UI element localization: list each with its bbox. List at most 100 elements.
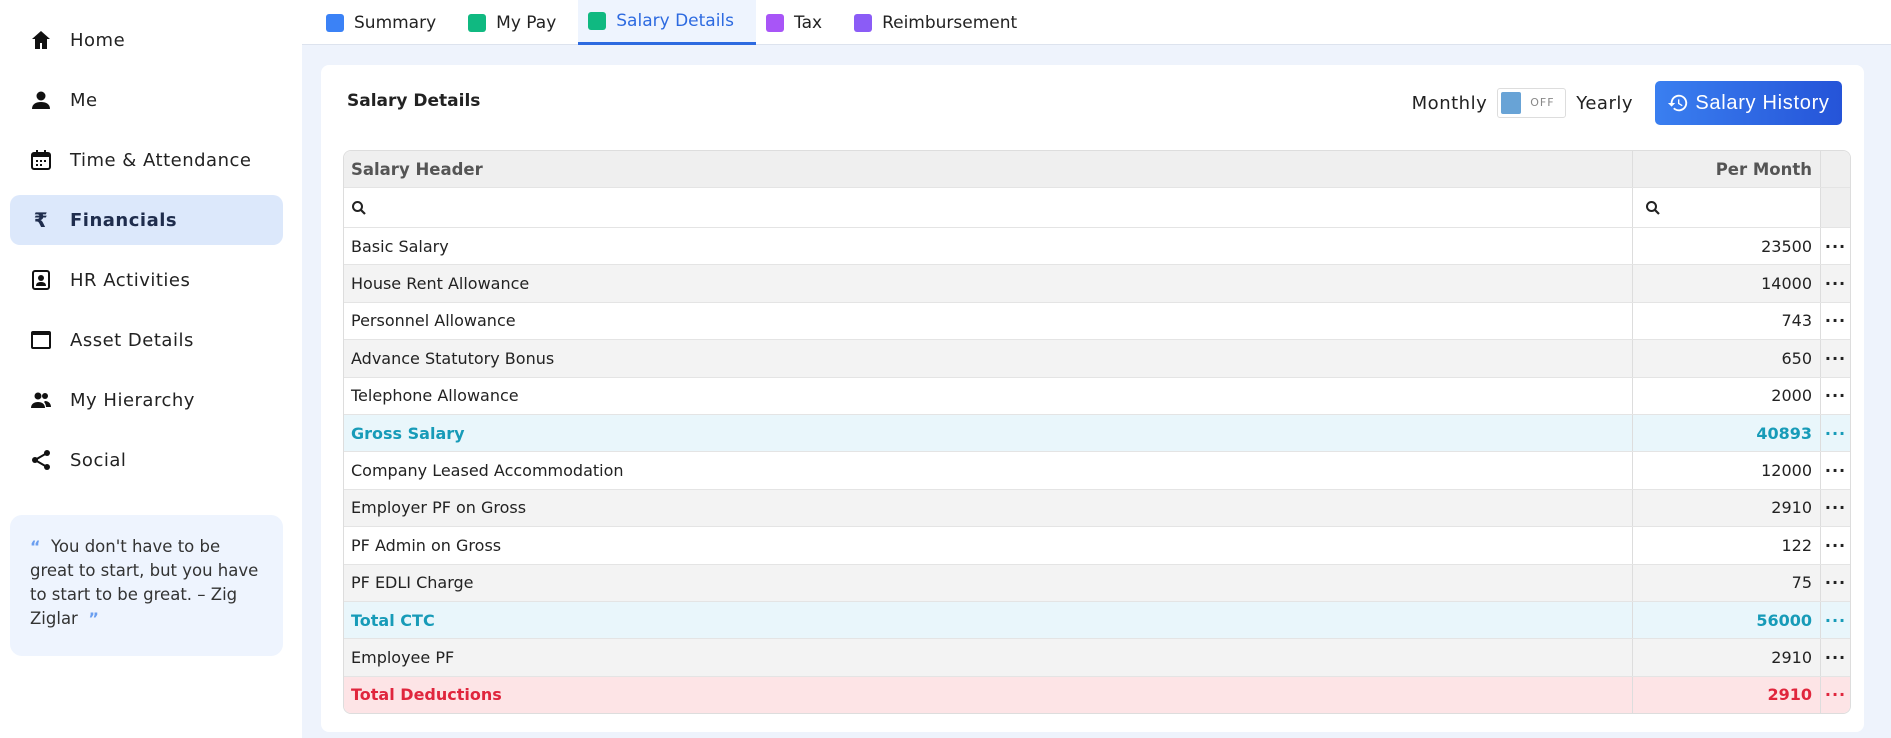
row-actions-button[interactable]: ··· (1821, 378, 1850, 414)
per-month-cell: 12000 (1633, 452, 1821, 489)
per-month-cell: 122 (1633, 527, 1821, 564)
table-row: Basic Salary 23500 ··· (344, 228, 1850, 266)
table-row: PF Admin on Gross 122 ··· (344, 527, 1850, 565)
table-row: PF EDLI Charge 75 ··· (344, 564, 1850, 602)
salary-header-cell: Employee PF (344, 639, 1633, 676)
tab-bar: Summary My Pay Salary Details Tax Reimbursem… (302, 0, 1891, 45)
sidebar-item-my-hierarchy[interactable]: My Hierarchy (10, 375, 283, 425)
close-quote-icon: ” (88, 609, 99, 628)
tab-salary-details[interactable]: Salary Details (578, 0, 757, 45)
quote-text: You don't have to be great to start, but… (30, 537, 259, 628)
sidebar-item-label: Asset Details (70, 329, 194, 351)
home-icon (28, 27, 54, 53)
row-actions-button[interactable]: ··· (1821, 565, 1850, 601)
monthly-label: Monthly (1411, 92, 1488, 114)
per-month-filter[interactable] (1633, 188, 1821, 227)
salary-header-cell: House Rent Allowance (344, 265, 1633, 302)
per-month-cell: 2910 (1633, 639, 1821, 676)
toggle-knob (1501, 92, 1522, 114)
history-icon (1668, 94, 1688, 112)
salary-header-cell: Gross Salary (344, 414, 1633, 452)
sidebar-item-social[interactable]: Social (10, 435, 283, 485)
open-quote-icon: “ (30, 537, 41, 556)
tab-tax[interactable]: Tax (756, 0, 844, 45)
toggle-state: OFF (1530, 96, 1555, 109)
sidebar-item-label: Time & Attendance (70, 149, 252, 171)
row-actions-button[interactable]: ··· (1821, 340, 1850, 376)
sidebar-item-home[interactable]: Home (10, 15, 283, 65)
per-month-cell: 743 (1633, 302, 1821, 340)
salary-header-cell: Total Deductions (344, 676, 1633, 713)
table-row: Total CTC 56000 ··· (344, 601, 1850, 640)
sidebar-item-label: Home (70, 29, 126, 51)
column-header-salary-header[interactable]: Salary Header (344, 151, 1633, 187)
salary-header-filter[interactable] (344, 188, 1633, 227)
salary-header-cell: Advance Statutory Bonus (344, 340, 1633, 377)
per-month-cell: 2910 (1633, 489, 1821, 527)
column-header-per-month[interactable]: Per Month (1633, 151, 1821, 187)
per-month-cell: 2910 (1633, 676, 1821, 713)
row-actions-button[interactable]: ··· (1821, 452, 1850, 488)
tab-summary[interactable]: Summary (316, 0, 458, 45)
filter-row (344, 188, 1850, 228)
row-actions-button[interactable]: ··· (1821, 677, 1850, 713)
person-icon (28, 87, 54, 113)
sidebar-item-time-attendance[interactable]: Time & Attendance (10, 135, 283, 185)
row-actions-button[interactable]: ··· (1821, 415, 1850, 451)
salary-table: Salary Header Per Month Basic Salary 2350… (343, 150, 1851, 714)
per-month-cell: 40893 (1633, 414, 1821, 452)
yearly-label: Yearly (1576, 92, 1633, 114)
per-month-cell: 14000 (1633, 265, 1821, 302)
sidebar-item-asset-details[interactable]: Asset Details (10, 315, 283, 365)
salary-header-cell: Total CTC (344, 601, 1633, 639)
table-row: Employee PF 2910 ··· (344, 639, 1850, 677)
row-actions-button[interactable]: ··· (1821, 602, 1850, 638)
search-icon (352, 200, 366, 215)
sidebar-item-hr-activities[interactable]: HR Activities (10, 255, 283, 305)
sidebar: Home Me Time & Attendance ₹ Financials HR Act… (0, 0, 302, 738)
table-row: Company Leased Accommodation 12000 ··· (344, 452, 1850, 490)
salary-history-button[interactable]: Salary History (1655, 81, 1842, 125)
quote-box: “ You don't have to be great to start, b… (10, 515, 283, 656)
search-icon (1646, 200, 1660, 215)
monthly-yearly-toggle[interactable]: OFF (1497, 88, 1567, 118)
row-actions-button[interactable]: ··· (1821, 639, 1850, 675)
table-row: House Rent Allowance 14000 ··· (344, 265, 1850, 303)
row-actions-button[interactable]: ··· (1821, 527, 1850, 563)
salary-header-cell: Telephone Allowance (344, 377, 1633, 414)
tab-icon (588, 12, 607, 30)
row-actions-button[interactable]: ··· (1821, 265, 1850, 301)
salary-header-cell: Company Leased Accommodation (344, 452, 1633, 489)
table-header: Salary Header Per Month (344, 151, 1850, 188)
tab-label: Tax (794, 12, 823, 33)
tab-my-pay[interactable]: My Pay (458, 0, 578, 45)
row-actions-button[interactable]: ··· (1821, 303, 1850, 339)
row-actions-button[interactable]: ··· (1821, 490, 1850, 526)
sidebar-item-me[interactable]: Me (10, 75, 283, 125)
calendar-icon (28, 147, 54, 173)
per-month-cell: 75 (1633, 564, 1821, 601)
tab-label: Reimbursement (882, 12, 1018, 33)
salary-history-label: Salary History (1695, 91, 1830, 114)
table-row: Total Deductions 2910 ··· (344, 676, 1850, 713)
row-actions-button[interactable]: ··· (1821, 228, 1850, 264)
salary-header-cell: Basic Salary (344, 228, 1633, 265)
table-row: Advance Statutory Bonus 650 ··· (344, 340, 1850, 378)
salary-header-cell: PF Admin on Gross (344, 527, 1633, 564)
tab-icon (854, 13, 873, 32)
tab-reimbursement[interactable]: Reimbursement (844, 0, 1039, 45)
period-controls: Monthly OFF Yearly Salary History (1412, 81, 1842, 125)
salary-details-card: Salary Details Monthly OFF Yearly Salary… (321, 65, 1864, 732)
tab-label: Summary (354, 12, 437, 33)
badge-icon (28, 267, 54, 293)
table-row: Gross Salary 40893 ··· (344, 414, 1850, 453)
per-month-cell: 56000 (1633, 601, 1821, 639)
main-area: Summary My Pay Salary Details Tax Reimbursem… (302, 0, 1891, 738)
salary-header-cell: Personnel Allowance (344, 302, 1633, 340)
tab-icon (468, 13, 487, 32)
table-row: Personnel Allowance 743 ··· (344, 302, 1850, 341)
sidebar-item-financials[interactable]: ₹ Financials (10, 195, 283, 245)
svg-text:₹: ₹ (34, 208, 48, 232)
sidebar-item-label: Social (70, 449, 127, 471)
sidebar-item-label: Financials (70, 209, 178, 231)
